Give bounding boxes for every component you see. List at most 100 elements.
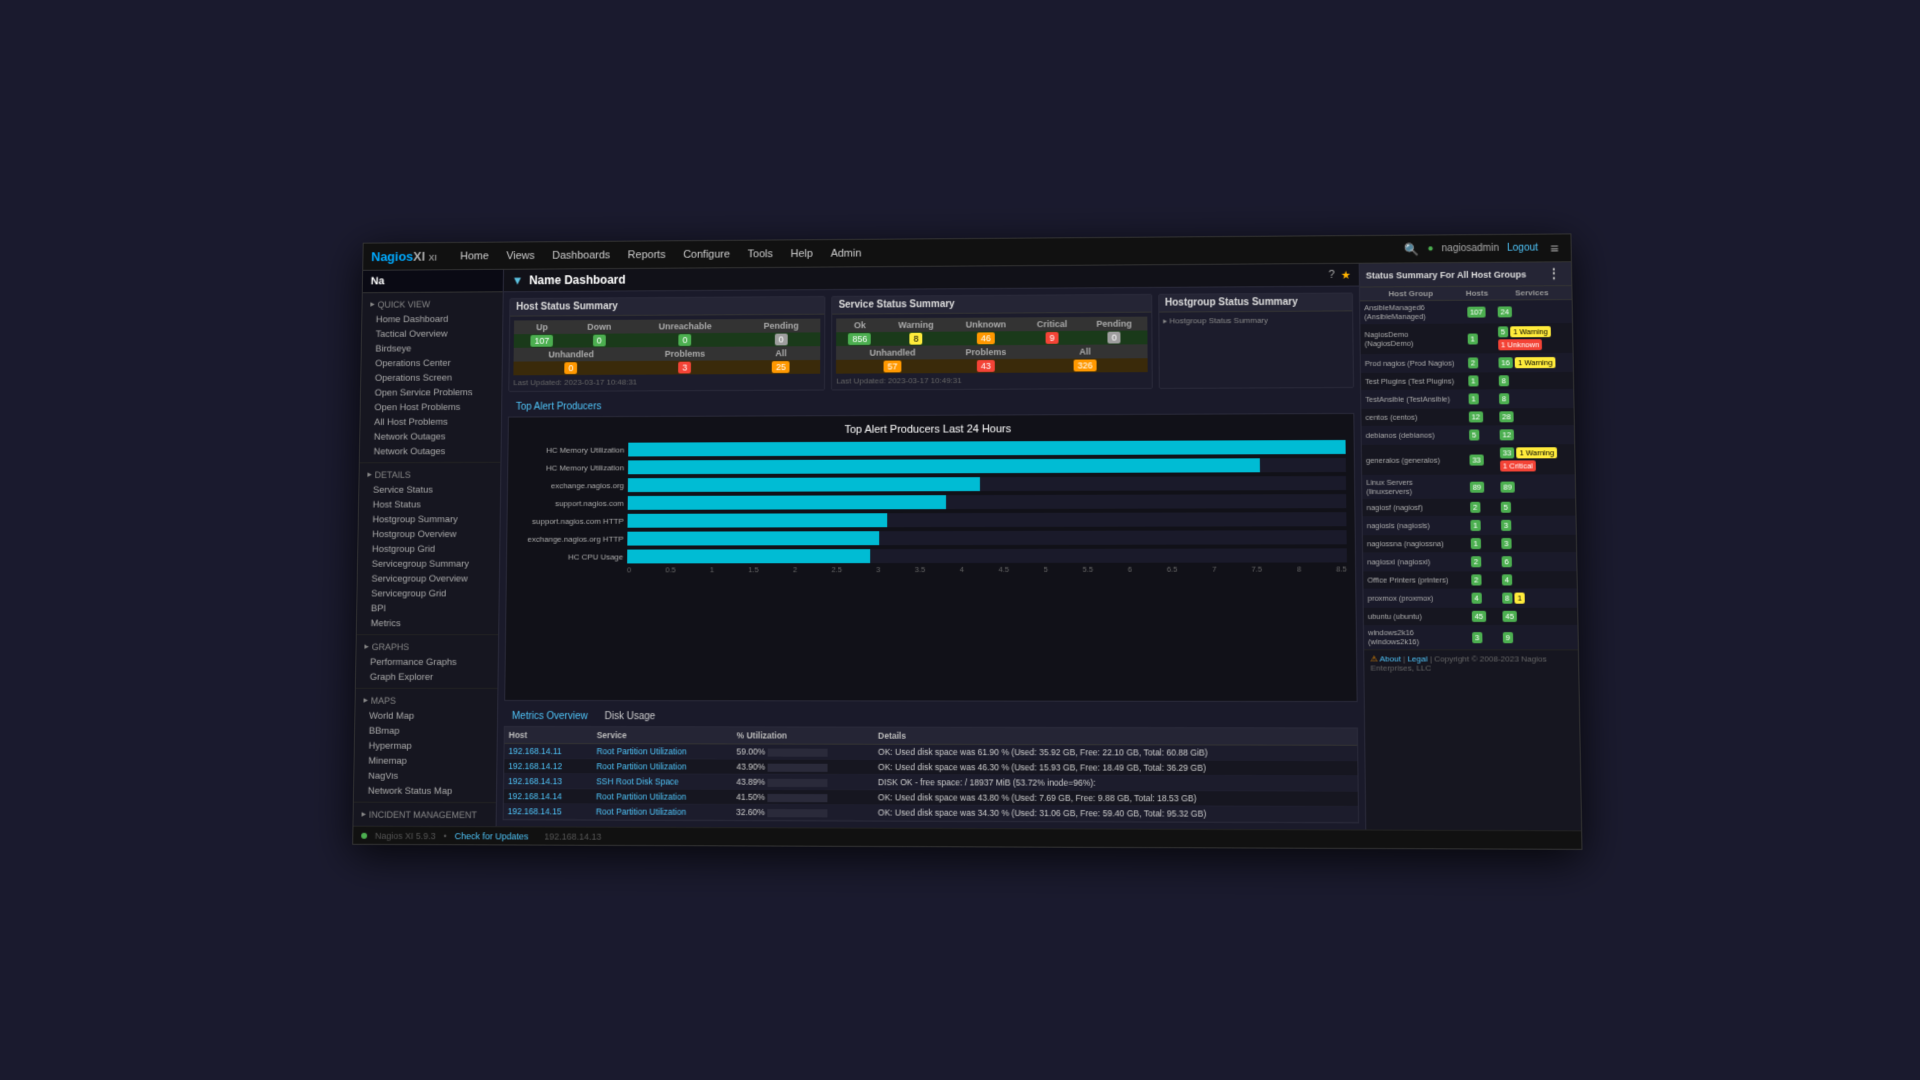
sidebar-incident: ▸ Incident Management Latest Alerts Ackn…: [353, 803, 495, 827]
check-updates-link[interactable]: Check for Updates: [455, 831, 529, 841]
sidebar-item-network-outages[interactable]: Network Outages: [360, 444, 501, 459]
host-pending-count[interactable]: 0: [775, 334, 788, 346]
svc-unhandled-count[interactable]: 57: [884, 361, 902, 373]
sidebar-item-svcgroup-grid[interactable]: Servicegroup Grid: [357, 586, 498, 601]
sidebar-maps: ▸ Maps World Map BBmap Hypermap Minemap …: [354, 689, 498, 803]
bar-label: HC CPU Usage: [515, 552, 623, 561]
hostgroup-row: ubuntu (ubuntu)4545: [1364, 607, 1578, 625]
svc-ok-count[interactable]: 856: [848, 333, 871, 345]
host-all-count[interactable]: 25: [772, 361, 790, 373]
metrics-link[interactable]: Metrics Overview: [506, 709, 594, 724]
sidebar-section-incident[interactable]: ▸ Incident Management: [354, 806, 496, 824]
bar-track: [628, 458, 1346, 474]
sidebar-item-bbmap[interactable]: BBmap: [355, 724, 497, 739]
sidebar-section-maps[interactable]: ▸ Maps: [356, 692, 498, 709]
sidebar-item-hostgroup-summary[interactable]: Hostgroup Summary: [359, 512, 500, 527]
search-button[interactable]: 🔍: [1404, 242, 1419, 256]
hg-col-group: Host Group: [1360, 287, 1462, 301]
sidebar-item-hostgroup-overview[interactable]: Hostgroup Overview: [358, 527, 499, 542]
svc-warn-count[interactable]: 8: [910, 333, 923, 345]
legal-link[interactable]: Legal: [1407, 654, 1427, 663]
hostgroup-name: AnsibleManaged6 (AnsibleManaged): [1360, 300, 1462, 323]
sidebar-item-home-dashboard[interactable]: Home Dashboard: [362, 312, 502, 327]
nav-dashboards[interactable]: Dashboards: [544, 246, 618, 264]
metrics-table: Host Service % Utilization Details 192.1…: [504, 727, 1358, 822]
hostgroup-row: AnsibleManaged6 (AnsibleManaged)10724: [1360, 300, 1572, 324]
nav-tools[interactable]: Tools: [740, 245, 781, 263]
sidebar-item-hostgroup-grid[interactable]: Hostgroup Grid: [358, 542, 499, 557]
metrics-service[interactable]: Root Partition Utilization: [596, 761, 686, 771]
nav-admin[interactable]: Admin: [823, 244, 870, 262]
metrics-host[interactable]: 192.168.14.15: [504, 804, 592, 819]
svc-unknown-count[interactable]: 46: [977, 332, 995, 344]
sidebar-section-quick-view[interactable]: ▸ Quick View: [362, 295, 502, 312]
about-link[interactable]: About: [1379, 654, 1400, 663]
sidebar-section-details[interactable]: ▸ Details: [359, 466, 500, 483]
chart-area: Top Alert Producers Last 24 Hours HC Mem…: [504, 413, 1357, 702]
host-up-count[interactable]: 107: [530, 335, 553, 347]
hostgroup-row: debianos (debianos)512: [1362, 426, 1575, 445]
metrics-details: DISK OK - free space: / 18937 MiB (53.72…: [874, 775, 1358, 792]
sidebar-item-bpi[interactable]: BPI: [357, 601, 498, 616]
top-alert-link[interactable]: Top Alert Producers: [510, 399, 607, 414]
sidebar-item-network-status-map[interactable]: Network Status Map: [354, 784, 496, 799]
metrics-service[interactable]: SSH Root Disk Space: [596, 776, 679, 786]
sidebar-item-hypermap[interactable]: Hypermap: [355, 739, 497, 754]
host-status-table: Up Down Unreachable Pending 107 0 0 0: [513, 319, 820, 376]
sidebar-item-graph-explorer[interactable]: Graph Explorer: [356, 670, 498, 685]
update-dot: [361, 832, 367, 838]
metrics-host[interactable]: 192.168.14.14: [504, 789, 592, 804]
sidebar-item-tactical[interactable]: Tactical Overview: [362, 326, 502, 341]
nav-reports[interactable]: Reports: [620, 246, 674, 264]
nav-views[interactable]: Views: [498, 247, 542, 265]
metrics-host[interactable]: 192.168.14.13: [504, 774, 592, 789]
nav-home[interactable]: Home: [452, 247, 496, 265]
nav-configure[interactable]: Configure: [675, 245, 738, 263]
svc-all-count[interactable]: 326: [1074, 359, 1097, 371]
logout-link[interactable]: Logout: [1507, 243, 1538, 254]
svc-pending-count[interactable]: 0: [1108, 332, 1121, 344]
bar-fill: [628, 440, 1346, 456]
sidebar-item-nagvis[interactable]: NagVis: [354, 769, 496, 784]
star-icon[interactable]: ★: [1341, 268, 1351, 281]
svc-crit-count[interactable]: 9: [1046, 332, 1059, 344]
sidebar-item-host-status[interactable]: Host Status: [359, 497, 500, 512]
sidebar-item-open-host[interactable]: Open Host Problems: [361, 400, 502, 415]
sidebar-item-open-svc[interactable]: Open Service Problems: [361, 385, 502, 400]
sidebar-item-perf-graphs[interactable]: Performance Graphs: [356, 655, 498, 670]
metrics-service[interactable]: Root Partition Utilization: [596, 791, 686, 801]
help-icon[interactable]: ?: [1329, 269, 1335, 281]
sidebar-item-metrics[interactable]: Metrics: [357, 616, 499, 631]
sidebar-item-all-svc[interactable]: All Host Problems: [360, 415, 501, 430]
metrics-host[interactable]: 192.168.14.12: [504, 758, 592, 773]
chart-bar-row: exchange.nagios.org HTTP: [515, 530, 1347, 546]
sidebar-item-minemap[interactable]: Minemap: [354, 754, 496, 769]
sidebar: Na ▸ Quick View Home Dashboard Tactical …: [353, 270, 504, 826]
bar-fill: [627, 513, 887, 527]
hg-col-hosts: Hosts: [1462, 287, 1493, 301]
svc-problems-count[interactable]: 43: [977, 360, 995, 372]
sidebar-item-birdseye[interactable]: Birdseye: [362, 341, 502, 356]
metrics-host[interactable]: 192.168.14.11: [504, 743, 592, 758]
metrics-panel: Host Service % Utilization Details 192.1…: [503, 726, 1359, 823]
sidebar-item-svcgroup-overview[interactable]: Servicegroup Overview: [358, 572, 499, 587]
metrics-service[interactable]: Root Partition Utilization: [596, 806, 686, 816]
sidebar-item-svcgroup-summary[interactable]: Servicegroup Summary: [358, 557, 499, 572]
host-down-count[interactable]: 0: [593, 335, 606, 347]
bar-track: [628, 494, 1347, 510]
sidebar-section-graphs[interactable]: ▸ Graphs: [356, 638, 498, 655]
nav-help[interactable]: Help: [783, 245, 821, 263]
chart-bar-row: exchange.nagios.org: [516, 476, 1346, 492]
hostgroup-row: Test Plugins (Test Plugins)18: [1361, 371, 1573, 390]
panel-menu-icon[interactable]: ⋮: [1543, 265, 1566, 282]
sidebar-item-ops-center[interactable]: Operations Center: [361, 356, 501, 371]
host-unhandled-count[interactable]: 0: [564, 362, 577, 374]
host-problems-count[interactable]: 3: [678, 362, 691, 374]
sidebar-item-world-map[interactable]: World Map: [355, 709, 497, 724]
host-unreachable-count[interactable]: 0: [679, 334, 692, 346]
sidebar-item-all-host[interactable]: Network Outages: [360, 429, 501, 444]
sidebar-item-ops-screen[interactable]: Operations Screen: [361, 370, 502, 385]
sidebar-item-service-status[interactable]: Service Status: [359, 483, 500, 498]
metrics-service[interactable]: Root Partition Utilization: [596, 746, 686, 756]
menu-icon[interactable]: ≡: [1546, 240, 1563, 256]
